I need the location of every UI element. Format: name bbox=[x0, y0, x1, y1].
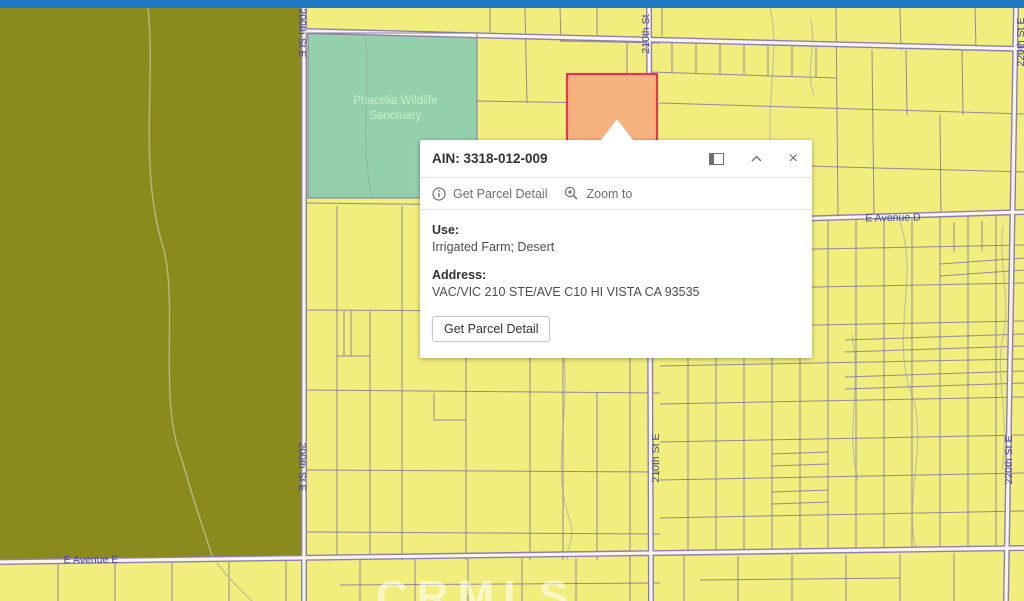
street-label-220th-st-e-top: 220th St E bbox=[1015, 17, 1024, 66]
get-parcel-detail-link-label: Get Parcel Detail bbox=[453, 187, 547, 201]
popup-body: Use: Irrigated Farm; Desert Address: VAC… bbox=[420, 210, 812, 358]
use-field-label: Use: bbox=[432, 222, 800, 239]
street-label-220th-st-e: 220th St E bbox=[1003, 435, 1015, 484]
address-field-label: Address: bbox=[432, 267, 800, 284]
top-blue-bar bbox=[0, 0, 1024, 8]
collapse-button[interactable] bbox=[751, 155, 762, 162]
popup-title: AIN: 3318-012-009 bbox=[432, 151, 682, 166]
close-icon: × bbox=[789, 151, 798, 167]
zoom-to-link-label: Zoom to bbox=[586, 187, 632, 201]
use-field: Use: Irrigated Farm; Desert bbox=[432, 222, 800, 256]
dock-icon bbox=[709, 153, 724, 165]
street-label-200th-st-e-top: 200th St E bbox=[296, 8, 308, 57]
street-label-210th-st-top: 210th St bbox=[640, 14, 652, 53]
address-field: Address: VAC/VIC 210 STE/AVE C10 HI VIST… bbox=[432, 267, 800, 301]
avenue-label-e-avenue-e: E Avenue E bbox=[64, 554, 119, 566]
map-viewer: 210th St 200th St E 220th St E 200th St … bbox=[0, 0, 1024, 601]
close-button[interactable]: × bbox=[789, 151, 798, 167]
popup-callout-arrow bbox=[601, 119, 633, 140]
info-icon bbox=[432, 187, 446, 201]
street-label-210th-st-e: 210th St E bbox=[650, 433, 662, 482]
use-field-value: Irrigated Farm; Desert bbox=[432, 239, 800, 256]
watermark: CRMLS bbox=[376, 572, 577, 601]
avenue-label-e-avenue-d: E Avenue D bbox=[865, 212, 920, 225]
popup-action-bar: Get Parcel Detail Zoom to bbox=[420, 177, 812, 210]
parcel-popup: AIN: 3318-012-009 × Get Parcel Deta bbox=[420, 140, 812, 358]
address-field-value: VAC/VIC 210 STE/AVE C10 HI VISTA CA 9353… bbox=[432, 284, 800, 301]
chevron-up-icon bbox=[751, 155, 762, 162]
street-label-200th-st-e: 200th St E bbox=[296, 442, 308, 491]
sanctuary-label: Phacelia Wildlife Sanctuary bbox=[338, 94, 453, 124]
zoom-to-icon bbox=[564, 186, 579, 201]
dock-button[interactable] bbox=[709, 153, 724, 165]
popup-header: AIN: 3318-012-009 × bbox=[420, 140, 812, 177]
get-parcel-detail-button[interactable]: Get Parcel Detail bbox=[432, 316, 550, 342]
zoom-to-link[interactable]: Zoom to bbox=[564, 186, 632, 201]
get-parcel-detail-link[interactable]: Get Parcel Detail bbox=[432, 187, 547, 201]
